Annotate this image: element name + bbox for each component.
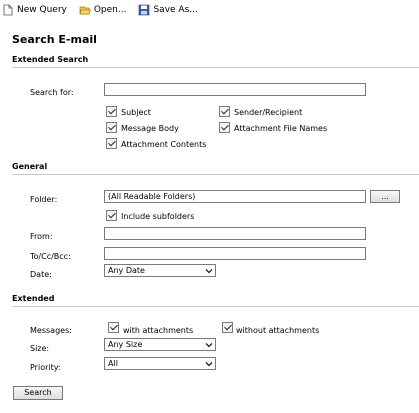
general-heading: General [12, 162, 48, 171]
attachment-contents-label: Attachment Contents [121, 140, 207, 149]
open-label: Open... [93, 5, 127, 15]
chevron-down-icon [205, 269, 213, 274]
date-select[interactable]: Any Date [104, 264, 216, 277]
priority-select[interactable]: All [104, 357, 216, 370]
date-label: Date: [30, 270, 52, 279]
without-attachments-label: without attachments [236, 326, 320, 335]
attachment-contents-checkbox[interactable] [106, 138, 117, 149]
new-document-icon [3, 4, 13, 16]
page-title: Search E-mail [12, 33, 97, 46]
message-body-checkbox[interactable] [106, 122, 117, 133]
browse-folder-button[interactable]: ... [370, 190, 400, 203]
date-select-value: Any Date [108, 266, 145, 275]
new-query-label: New Query [17, 5, 67, 15]
floppy-disk-icon [139, 4, 150, 16]
sender-recipient-checkbox[interactable] [219, 106, 230, 117]
open-folder-icon [79, 6, 91, 15]
subject-checkbox[interactable] [106, 106, 117, 117]
subject-label: Subject [121, 108, 151, 117]
general-divider [12, 174, 419, 175]
message-body-label: Message Body [121, 124, 179, 133]
extended-heading: Extended [12, 294, 55, 303]
attachment-file-names-checkbox[interactable] [219, 122, 230, 133]
from-label: From: [30, 232, 53, 241]
messages-label: Messages: [30, 326, 72, 335]
priority-label: Priority: [30, 363, 61, 372]
include-subfolders-label: Include subfolders [121, 212, 195, 221]
priority-select-value: All [108, 359, 118, 368]
search-for-input[interactable] [104, 83, 366, 96]
toolbar: New Query Open... Save As... [0, 0, 419, 20]
search-button[interactable]: Search [13, 386, 63, 400]
new-query-button[interactable]: New Query [2, 4, 67, 16]
with-attachments-label: with attachments [123, 326, 194, 335]
size-select-value: Any Size [108, 340, 143, 349]
folder-input[interactable]: (All Readable Folders) [104, 190, 366, 203]
chevron-down-icon [205, 362, 213, 367]
sender-recipient-label: Sender/Recipient [234, 108, 303, 117]
extended-search-divider [12, 67, 419, 68]
open-button[interactable]: Open... [79, 4, 127, 16]
extended-search-heading: Extended Search [12, 55, 89, 64]
save-as-label: Save As... [153, 5, 198, 15]
search-for-label: Search for: [30, 88, 74, 97]
size-select[interactable]: Any Size [104, 338, 216, 351]
to-cc-bcc-input[interactable] [104, 247, 366, 260]
include-subfolders-checkbox[interactable] [106, 210, 117, 221]
save-as-button[interactable]: Save As... [138, 4, 198, 16]
folder-label: Folder: [30, 195, 58, 204]
to-cc-bcc-label: To/Cc/Bcc: [30, 252, 71, 261]
from-input[interactable] [104, 227, 366, 240]
size-label: Size: [30, 344, 50, 353]
chevron-down-icon [205, 343, 213, 348]
with-attachments-checkbox[interactable] [108, 322, 119, 333]
without-attachments-checkbox[interactable] [222, 322, 233, 333]
extended-divider [12, 306, 419, 307]
attachment-file-names-label: Attachment File Names [234, 124, 328, 133]
